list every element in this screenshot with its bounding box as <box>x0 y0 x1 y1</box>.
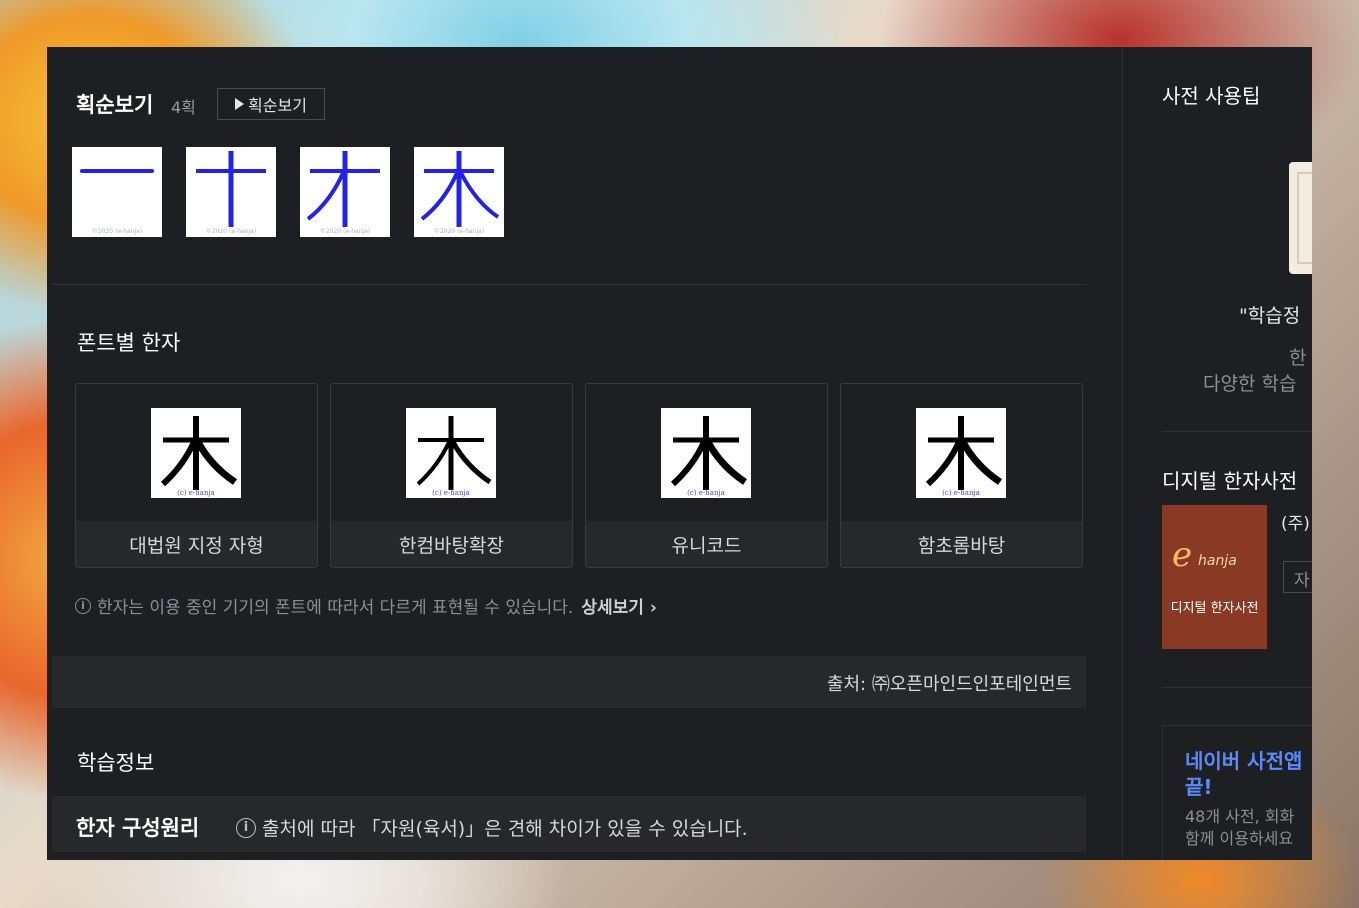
compose-note: i 출처에 따라 「자원(육서)」은 견해 차이가 있을 수 있습니다. <box>236 814 748 841</box>
compose-principle-title: 한자 구성원리 <box>76 816 200 840</box>
font-notice: i 한자는 이용 중인 기기의 폰트에 따라서 다르게 표현될 수 있습니다. … <box>75 593 657 618</box>
stroke-steps: ©2020 (e-hanja) ©2020 (e-hanja) ©2020 (e… <box>72 147 504 237</box>
font-card[interactable]: (c) e-hanja 유니코드 <box>585 383 828 568</box>
font-card[interactable]: (c) e-hanja 함초롬바탕 <box>840 383 1083 568</box>
font-card[interactable]: (c) e-hanja 대법원 지정 자형 <box>75 383 318 568</box>
ad-title: 네이버 사전앱 끝! <box>1185 749 1303 799</box>
detail-link[interactable]: 상세보기 › <box>581 593 657 618</box>
stroke-count: 4획 <box>171 98 196 117</box>
font-card-label: 유니코드 <box>586 521 827 567</box>
sidebar-divider <box>1162 687 1312 688</box>
tip-text: 다양한 학습 <box>1203 373 1297 395</box>
corp-name: (주) <box>1281 514 1310 534</box>
sidebar-divider <box>1162 431 1312 432</box>
tip-quote: "학습정 <box>1239 305 1301 327</box>
stroke-play-label: 획순보기 <box>248 96 307 115</box>
font-card-label: 대법원 지정 자형 <box>76 521 317 567</box>
info-icon: i <box>236 817 256 838</box>
source-text: 출처: ㈜오픈마인드인포테인먼트 <box>826 674 1072 695</box>
font-glyph: (c) e-hanja <box>151 408 241 498</box>
font-cards: (c) e-hanja 대법원 지정 자형 (c) e-hanja 한컴바탕확장… <box>75 383 1083 568</box>
ehanja-logo[interactable]: e hanja 디지털 한자사전 <box>1162 505 1267 649</box>
compose-note-text: 출처에 따라 「자원(육서)」은 견해 차이가 있을 수 있습니다. <box>262 818 748 840</box>
source-bar: 출처: ㈜오픈마인드인포테인먼트 <box>52 656 1086 708</box>
chevron-right-icon: › <box>649 598 657 618</box>
naver-app-ad[interactable]: 네이버 사전앱 끝! 48개 사전, 회화 함께 이용하세요 <box>1162 725 1312 860</box>
tip-image <box>1289 162 1312 274</box>
ad-description: 48개 사전, 회화 함께 이용하세요 <box>1185 807 1295 848</box>
digital-dict-title: 디지털 한자사전 <box>1162 469 1298 493</box>
font-notice-text: 한자는 이용 중인 기기의 폰트에 따라서 다르게 표현될 수 있습니다. <box>97 598 574 618</box>
stroke-step-1: ©2020 (e-hanja) <box>72 147 162 237</box>
stroke-play-button[interactable]: 획순보기 <box>217 88 325 120</box>
main-content: 획순보기 4획 획순보기 ©2020 (e-hanja) ©2020 (e-ha… <box>47 47 1122 860</box>
stroke-order-title: 획순보기 <box>76 93 154 117</box>
tips-title: 사전 사용팁 <box>1162 84 1261 108</box>
font-card[interactable]: (c) e-hanja 한컴바탕확장 <box>330 383 573 568</box>
tip-text: 한 <box>1289 347 1307 369</box>
font-glyph: (c) e-hanja <box>916 408 1006 498</box>
font-card-label: 함초롬바탕 <box>841 521 1082 567</box>
dictionary-panel: 획순보기 4획 획순보기 ©2020 (e-hanja) ©2020 (e-ha… <box>47 47 1312 860</box>
font-glyph: (c) e-hanja <box>406 408 496 498</box>
corp-button[interactable]: 자 <box>1283 561 1312 593</box>
stroke-step-3: ©2020 (e-hanja) <box>300 147 390 237</box>
font-card-label: 한컴바탕확장 <box>331 521 572 567</box>
learning-info-title: 학습정보 <box>77 751 155 775</box>
section-divider <box>52 284 1086 285</box>
stroke-step-2: ©2020 (e-hanja) <box>186 147 276 237</box>
fonts-section-title: 폰트별 한자 <box>77 331 181 355</box>
font-glyph: (c) e-hanja <box>661 408 751 498</box>
info-icon: i <box>75 597 91 614</box>
play-icon <box>235 98 245 110</box>
compose-principle-bar: 한자 구성원리 i 출처에 따라 「자원(육서)」은 견해 차이가 있을 수 있… <box>52 796 1086 852</box>
sidebar: 사전 사용팁 "학습정 한 다양한 학습 디지털 한자사전 e hanja 디지… <box>1123 47 1312 860</box>
stroke-step-4: ©2020 (e-hanja) <box>414 147 504 237</box>
